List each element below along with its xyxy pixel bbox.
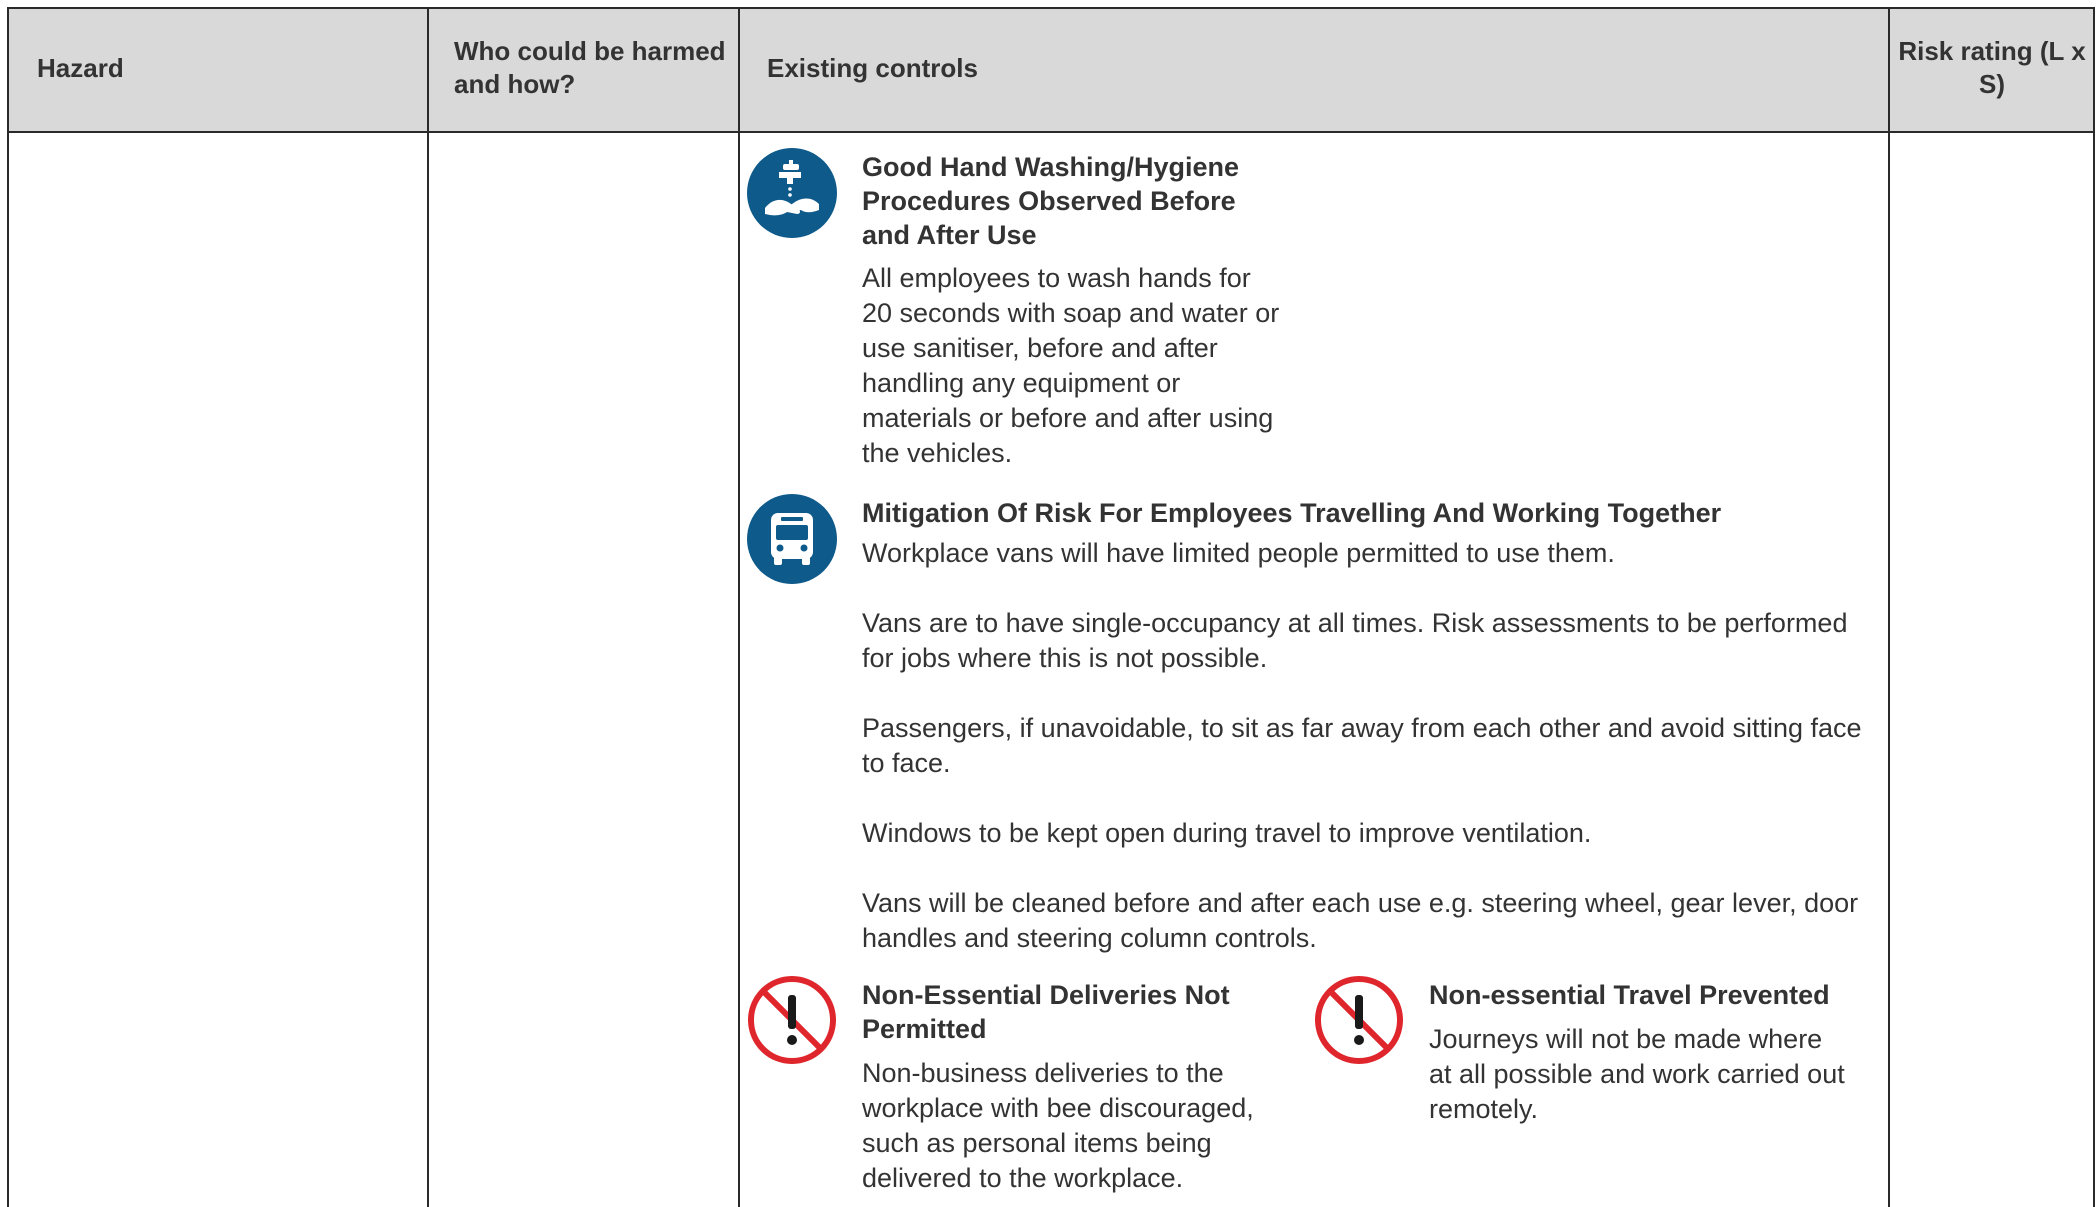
header-who-could-be-harmed: Who could be harmed and how? — [454, 36, 726, 99]
prohibited-exclamation-icon — [748, 976, 836, 1064]
risk-assessment-table: Hazard Who could be harmed and how? Exis… — [7, 7, 2095, 1207]
van-icon — [747, 494, 837, 584]
control-description: Workplace vans will have limited people … — [862, 536, 1877, 956]
header-risk-rating: Risk rating (L x S) — [1898, 36, 2086, 99]
control-paragraph: Windows to be kept open during travel to… — [862, 818, 1592, 848]
hand-washing-icon — [747, 148, 837, 238]
column-divider — [1888, 9, 1890, 1207]
prohibited-exclamation-icon — [1315, 976, 1403, 1064]
control-description: Non-business deliveries to the workplace… — [862, 1058, 1254, 1193]
control-description: All employees to wash hands for 20 secon… — [862, 263, 1280, 468]
header-existing-controls: Existing controls — [767, 53, 978, 83]
control-paragraph: Workplace vans will have limited people … — [862, 538, 1615, 568]
control-description: Journeys will not be made where at all p… — [1429, 1024, 1845, 1124]
column-divider — [738, 9, 740, 1207]
control-title: Non-Essential Deliveries Not Permitted — [862, 980, 1230, 1044]
control-title: Non-essential Travel Prevented — [1429, 980, 1830, 1010]
control-title: Good Hand Washing/Hygiene Procedures Obs… — [862, 152, 1240, 250]
control-paragraph: Vans are to have single-occupancy at all… — [862, 608, 1848, 673]
control-title: Mitigation Of Risk For Employees Travell… — [862, 498, 1722, 528]
table-header-row: Hazard Who could be harmed and how? Exis… — [9, 9, 2093, 133]
control-paragraph: Vans will be cleaned before and after ea… — [862, 888, 1859, 953]
header-hazard: Hazard — [37, 53, 124, 83]
column-divider — [427, 9, 429, 1207]
control-paragraph: Passengers, if unavoidable, to sit as fa… — [862, 713, 1862, 778]
